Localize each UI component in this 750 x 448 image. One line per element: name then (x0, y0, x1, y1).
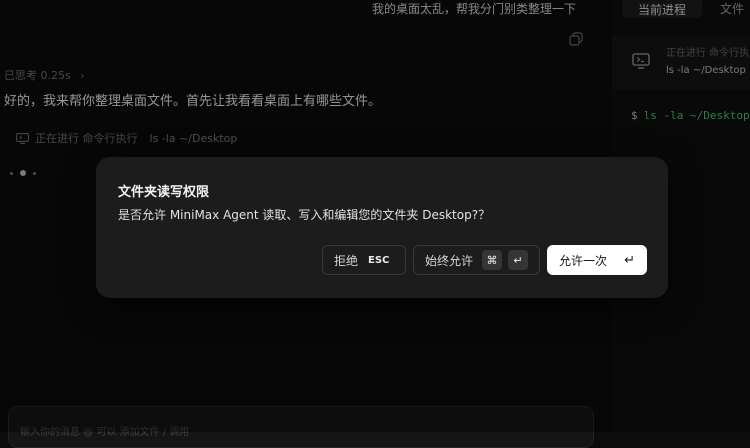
dialog-message: 是否允许 MiniMax Agent 读取、写入和编辑您的文件夹 Desktop… (118, 208, 491, 222)
enter-key-icon: ↵ (624, 252, 635, 268)
command-key-icon: ⌘ (482, 250, 502, 270)
always-allow-label: 始终允许 (425, 253, 474, 268)
allow-once-label: 允许一次 (559, 253, 608, 268)
always-allow-button[interactable]: 始终允许 ⌘ ↵ (413, 245, 540, 275)
deny-button[interactable]: 拒绝 ESC (322, 245, 406, 275)
permission-dialog (96, 157, 668, 298)
deny-label: 拒绝 (334, 253, 359, 268)
enter-key-icon: ↵ (508, 250, 528, 270)
esc-shortcut: ESC (368, 254, 390, 266)
allow-once-button[interactable]: 允许一次 ↵ (547, 245, 647, 275)
dialog-title: 文件夹读写权限 (118, 185, 210, 200)
